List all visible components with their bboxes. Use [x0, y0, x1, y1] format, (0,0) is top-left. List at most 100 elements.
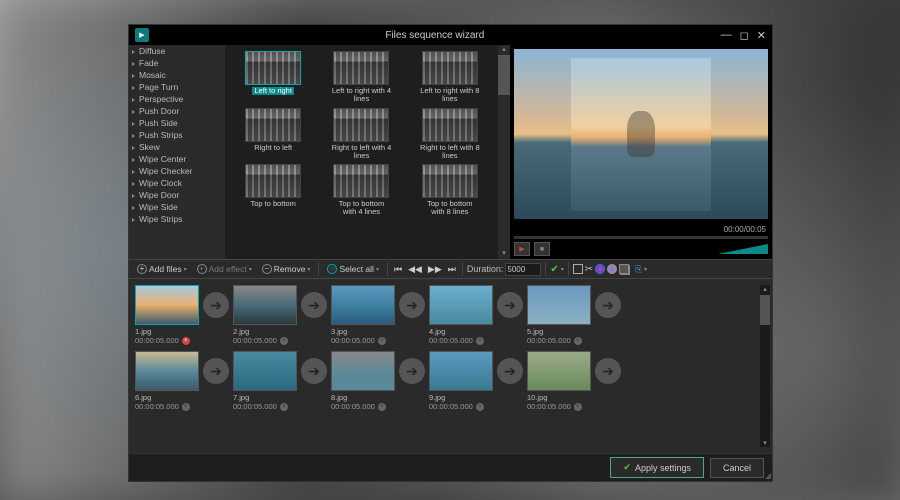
- remove-button[interactable]: −Remove▾: [258, 262, 315, 276]
- sidebar-item-wipe-strips[interactable]: Wipe Strips: [129, 213, 225, 225]
- add-files-button[interactable]: +Add files▾: [133, 262, 191, 276]
- sidebar-item-fade[interactable]: Fade: [129, 57, 225, 69]
- cancel-button[interactable]: Cancel: [710, 458, 764, 478]
- play-button[interactable]: ▶: [514, 242, 530, 256]
- timeline-item-remove[interactable]: ×: [182, 403, 190, 411]
- transitions-scrollbar[interactable]: ▴ ▾: [498, 45, 510, 259]
- timeline-thumb[interactable]: [527, 285, 591, 325]
- apply-settings-button[interactable]: ✔Apply settings: [610, 457, 704, 478]
- sidebar-item-push-side[interactable]: Push Side: [129, 117, 225, 129]
- minimize-button[interactable]: —: [721, 29, 732, 42]
- transition-arrow[interactable]: ➔: [399, 292, 425, 318]
- crop-icon[interactable]: [573, 264, 583, 274]
- transition-label: Right to left: [254, 144, 292, 152]
- go-next-button[interactable]: ▶▶: [426, 264, 444, 275]
- sidebar-item-wipe-checker[interactable]: Wipe Checker: [129, 165, 225, 177]
- effects-icon[interactable]: [607, 264, 617, 274]
- duplicate-icon[interactable]: [619, 264, 629, 274]
- transition-arrow[interactable]: ➔: [595, 358, 621, 384]
- cut-icon[interactable]: ✂: [585, 264, 593, 275]
- timeline-thumb[interactable]: [135, 285, 199, 325]
- timeline-item-time: 00:00:05.000: [429, 336, 473, 345]
- timeline-item-time: 00:00:05.000: [135, 402, 179, 411]
- sidebar-item-skew[interactable]: Skew: [129, 141, 225, 153]
- timeline-item-remove[interactable]: ×: [476, 403, 484, 411]
- sidebar-item-diffuse[interactable]: Diffuse: [129, 45, 225, 57]
- transition-thumb[interactable]: [245, 164, 301, 198]
- transition-label: Top to bottom with 4 lines: [331, 200, 391, 217]
- window-title: Files sequence wizard: [149, 30, 721, 41]
- resize-grip-icon[interactable]: ◢: [765, 471, 771, 480]
- transition-arrow[interactable]: ➔: [203, 292, 229, 318]
- transition-thumb[interactable]: [333, 164, 389, 198]
- duration-input[interactable]: [505, 263, 541, 276]
- timeline-scrollbar[interactable]: ▴ ▾: [760, 285, 770, 447]
- transition-label: Right to left with 4 lines: [331, 144, 391, 161]
- transition-label: Right to left with 8 lines: [420, 144, 480, 161]
- transition-arrow[interactable]: ➔: [301, 358, 327, 384]
- timeline-item-name: 9.jpg: [429, 393, 493, 402]
- sidebar-item-wipe-side[interactable]: Wipe Side: [129, 201, 225, 213]
- transition-grid-panel: Left to rightLeft to right with 4 linesL…: [225, 45, 510, 259]
- timeline-item-remove[interactable]: ×: [574, 337, 582, 345]
- sidebar-item-perspective[interactable]: Perspective: [129, 93, 225, 105]
- transition-thumb[interactable]: [422, 164, 478, 198]
- go-prev-button[interactable]: ◀◀: [406, 264, 424, 275]
- transition-arrow[interactable]: ➔: [497, 292, 523, 318]
- transition-thumb[interactable]: [422, 108, 478, 142]
- sidebar-item-push-door[interactable]: Push Door: [129, 105, 225, 117]
- timeline-thumb[interactable]: [429, 285, 493, 325]
- timeline-item-remove[interactable]: ×: [280, 337, 288, 345]
- transition-arrow[interactable]: ➔: [497, 358, 523, 384]
- stop-button[interactable]: ■: [534, 242, 550, 256]
- sidebar-item-wipe-door[interactable]: Wipe Door: [129, 189, 225, 201]
- timeline-item-remove[interactable]: ×: [476, 337, 484, 345]
- go-last-button[interactable]: ⏭: [446, 264, 458, 275]
- timeline-item-remove[interactable]: ×: [574, 403, 582, 411]
- add-effect-button[interactable]: +Add effect▾: [193, 262, 256, 276]
- transition-thumb[interactable]: [245, 108, 301, 142]
- timeline-item-name: 3.jpg: [331, 327, 395, 336]
- timeline-thumb[interactable]: [233, 285, 297, 325]
- sidebar-item-push-strips[interactable]: Push Strips: [129, 129, 225, 141]
- timeline-thumb[interactable]: [429, 351, 493, 391]
- sidebar-item-page-turn[interactable]: Page Turn: [129, 81, 225, 93]
- timeline-item-name: 8.jpg: [331, 393, 395, 402]
- timeline-thumb[interactable]: [233, 351, 297, 391]
- timeline-item-name: 2.jpg: [233, 327, 297, 336]
- transition-arrow[interactable]: ➔: [595, 292, 621, 318]
- timeline-thumb[interactable]: [331, 351, 395, 391]
- timeline-thumb[interactable]: [527, 351, 591, 391]
- timeline-item-name: 6.jpg: [135, 393, 199, 402]
- timeline-item-time: 00:00:05.000: [135, 336, 179, 345]
- transition-thumb[interactable]: [333, 108, 389, 142]
- transition-thumb[interactable]: [245, 51, 301, 85]
- timeline-thumb[interactable]: [135, 351, 199, 391]
- select-all-button[interactable]: ○Select all▾: [323, 262, 383, 276]
- transition-arrow[interactable]: ➔: [301, 292, 327, 318]
- maximize-button[interactable]: ◻: [740, 29, 749, 42]
- close-button[interactable]: ✕: [757, 29, 766, 42]
- timeline-item-time: 00:00:05.000: [233, 402, 277, 411]
- confirm-icon[interactable]: ✔: [550, 264, 558, 275]
- timeline-item-time: 00:00:05.000: [429, 402, 473, 411]
- color-effects-icon[interactable]: [595, 264, 605, 274]
- transition-arrow[interactable]: ➔: [399, 358, 425, 384]
- transition-label: Top to bottom with 8 lines: [420, 200, 480, 217]
- transition-arrow[interactable]: ➔: [203, 358, 229, 384]
- sidebar-item-wipe-clock[interactable]: Wipe Clock: [129, 177, 225, 189]
- timeline-item-name: 5.jpg: [527, 327, 591, 336]
- timeline-thumb[interactable]: [331, 285, 395, 325]
- sidebar-item-mosaic[interactable]: Mosaic: [129, 69, 225, 81]
- timeline-item-remove[interactable]: ×: [280, 403, 288, 411]
- timeline-item-remove[interactable]: ×: [378, 403, 386, 411]
- transition-thumb[interactable]: [333, 51, 389, 85]
- sidebar-item-wipe-center[interactable]: Wipe Center: [129, 153, 225, 165]
- preview-panel: 00:00/00:05 ▶ ■: [510, 45, 772, 259]
- timeline-item-remove[interactable]: ×: [378, 337, 386, 345]
- transition-thumb[interactable]: [422, 51, 478, 85]
- volume-slider[interactable]: [718, 244, 768, 254]
- go-first-button[interactable]: ⏮: [392, 264, 404, 275]
- timeline-item-remove[interactable]: ×: [182, 337, 190, 345]
- export-button[interactable]: ⎘▾: [631, 262, 651, 277]
